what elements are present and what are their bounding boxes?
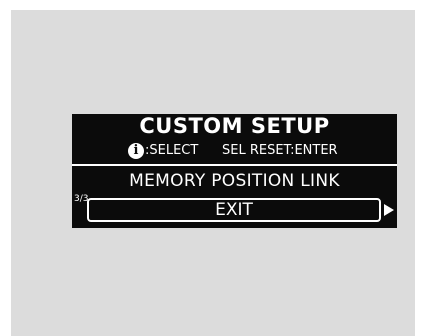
custom-setup-display: CUSTOM SETUP i :SELECT SEL RESET:ENTER M…	[72, 114, 397, 228]
hint-select: :SELECT	[145, 143, 199, 158]
hint-row: i :SELECT SEL RESET:ENTER	[72, 141, 397, 161]
page-indicator: 3/3	[74, 194, 88, 204]
hint-sel-reset: SEL RESET:ENTER	[222, 143, 338, 158]
background-panel: CUSTOM SETUP i :SELECT SEL RESET:ENTER M…	[11, 10, 415, 336]
info-icon: i	[128, 143, 144, 159]
menu-item-memory-position-link[interactable]: MEMORY POSITION LINK	[72, 170, 397, 192]
triangle-right-icon	[384, 204, 394, 216]
divider	[72, 164, 397, 166]
exit-button[interactable]: EXIT	[87, 198, 381, 222]
screen-title: CUSTOM SETUP	[139, 114, 330, 138]
